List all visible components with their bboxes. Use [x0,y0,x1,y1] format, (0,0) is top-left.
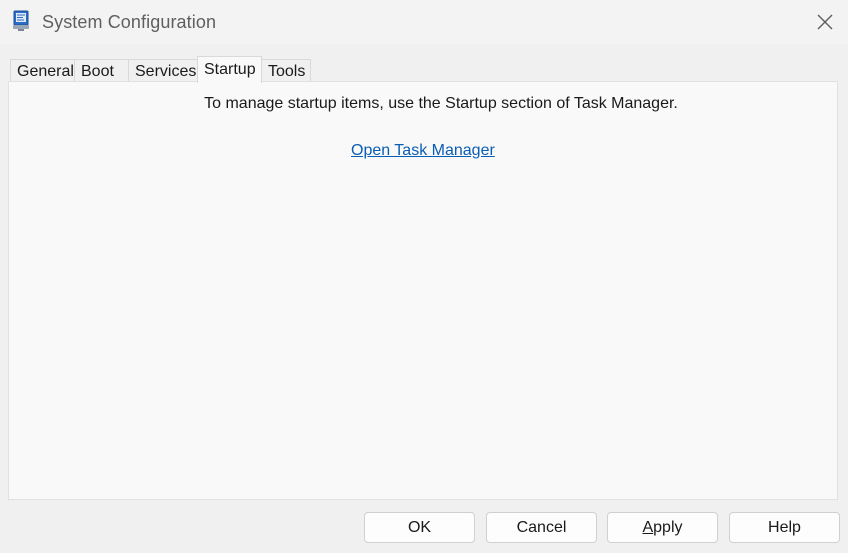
tab-boot[interactable]: Boot [74,59,129,83]
ok-button[interactable]: OK [364,512,475,543]
startup-tab-panel: To manage startup items, use the Startup… [8,81,838,500]
startup-info-message: To manage startup items, use the Startup… [204,95,678,112]
tab-tools[interactable]: Tools [261,59,311,83]
title-bar[interactable]: System Configuration [0,0,848,44]
cancel-button[interactable]: Cancel [486,512,597,543]
close-icon [817,14,833,30]
window-title: System Configuration [42,12,217,32]
tab-startup[interactable]: Startup [197,56,262,83]
system-configuration-window: System Configuration General Boot Servic… [0,0,848,553]
close-button[interactable] [802,0,848,44]
msconfig-app-icon [12,10,32,32]
tab-general[interactable]: General [10,59,75,83]
help-button[interactable]: Help [729,512,840,543]
apply-button[interactable]: Apply [607,512,718,543]
apply-mnemonic: A [642,518,654,536]
apply-label-rest: pply [653,518,683,536]
tab-strip: General Boot Services Startup Tools [10,56,311,83]
tab-services[interactable]: Services [128,59,198,83]
open-task-manager-link[interactable]: Open Task Manager [351,142,495,160]
